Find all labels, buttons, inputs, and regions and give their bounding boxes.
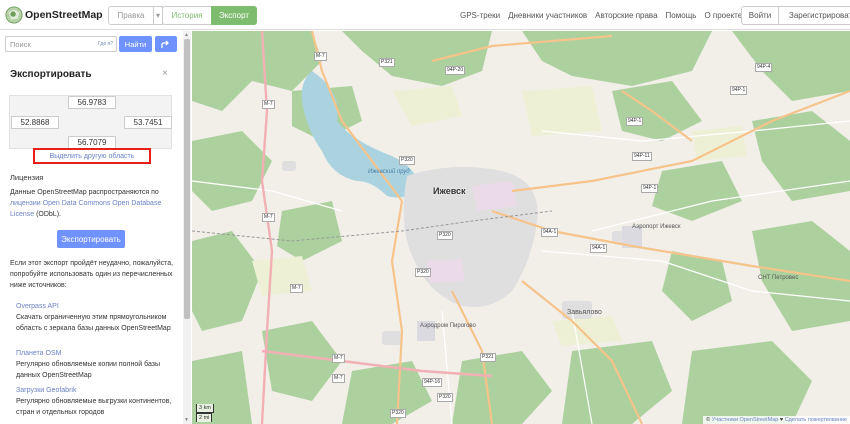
road-label: 94Р-1 <box>730 86 748 95</box>
road-label: 94Р-1 <box>641 184 659 193</box>
road-label: М-7 <box>262 213 275 222</box>
road-label: Р321 <box>480 353 496 362</box>
nav-about[interactable]: О проекте <box>704 11 742 20</box>
scroll-down-icon[interactable]: ▼ <box>184 417 189 423</box>
map-attribution: © Участники OpenStreetMap ♥ Сделать поже… <box>703 416 850 424</box>
reservoir-label: Ижевский пруд <box>368 169 410 175</box>
brand-name[interactable]: OpenStreetMap <box>25 9 103 21</box>
bbox-max-lon[interactable]: 53.7451 <box>124 116 172 129</box>
road-label: 94Р-4 <box>755 63 773 72</box>
city-area <box>403 167 538 307</box>
road-label: Р320 <box>399 156 415 165</box>
airport-label: Аэропорт Ижевск <box>632 224 681 230</box>
planet-desc: Регулярно обновляемые копии полной базы … <box>16 361 161 379</box>
road-label: М-7 <box>262 100 275 109</box>
map-canvas[interactable]: Ижевск Ижевский пруд Аэропорт Ижевск Аэр… <box>192 31 850 424</box>
export-fail-text: Если этот экспорт пройдёт неудачно, пожа… <box>10 260 174 289</box>
license-link[interactable]: лицензии Open Data Commons Open Database… <box>10 200 161 218</box>
sidebar: Поиск Где я? Найти Экспортировать × 56.9… <box>0 31 191 424</box>
export-tab-button[interactable]: Экспорт <box>211 6 257 25</box>
airfield-label: Аэродром Пирогово <box>420 323 476 329</box>
edit-button[interactable]: Правка <box>108 6 154 25</box>
directions-icon <box>161 40 169 48</box>
license-heading: Лицензия <box>10 173 44 182</box>
login-button[interactable]: Войти <box>741 6 779 25</box>
osm-logo-icon[interactable] <box>5 6 23 24</box>
source-overpass: Overpass API Скачать ограниченную этим п… <box>16 301 176 334</box>
license-pre: Данные OpenStreetMap распространяются по <box>10 189 159 196</box>
road-label: 94Р-11 <box>632 152 652 161</box>
panel-title: Экспортировать <box>10 69 92 80</box>
overpass-link[interactable]: Overpass API <box>16 301 176 312</box>
road-label: Р320 <box>390 409 406 418</box>
scale-mi: 2 mi <box>196 413 212 422</box>
road-label: Р321 <box>379 58 395 67</box>
attribution-contributors-link[interactable]: Участники OpenStreetMap <box>712 417 779 423</box>
close-icon[interactable]: × <box>162 68 168 79</box>
scale-km: 3 km <box>196 404 214 413</box>
select-other-area-link[interactable]: Выделить другую область <box>33 148 151 164</box>
register-button[interactable]: Зарегистрироваться <box>778 6 850 25</box>
source-geofabrik: Загрузки Geofabrik Регулярно обновляемые… <box>16 385 176 418</box>
geofabrik-link[interactable]: Загрузки Geofabrik <box>16 385 176 396</box>
map-graphic <box>192 31 850 424</box>
road-label: 94А-1 <box>541 228 559 237</box>
source-planet: Планета OSM Регулярно обновляемые копии … <box>16 348 176 381</box>
top-header: OpenStreetMap Правка ▾ История Экспорт G… <box>0 0 850 30</box>
edit-group: Правка ▾ <box>108 6 163 25</box>
road-label: М-7 <box>332 374 345 383</box>
road-label: Р320 <box>437 231 453 240</box>
nav-copyright[interactable]: Авторские права <box>595 11 657 20</box>
nav-help[interactable]: Помощь <box>666 11 697 20</box>
directions-button[interactable] <box>155 36 177 52</box>
road-label: 94А-1 <box>590 244 608 253</box>
scroll-up-icon[interactable]: ▲ <box>184 32 189 38</box>
road-label: 94Р-16 <box>422 378 443 387</box>
road-label: Р320 <box>437 393 453 402</box>
overpass-desc: Скачать ограниченную этим прямоугольнико… <box>16 314 171 332</box>
zavyalovo-label: Завьялово <box>567 309 602 316</box>
search-go-button[interactable]: Найти <box>119 36 152 52</box>
bbox-min-lon[interactable]: 52.8868 <box>11 116 59 129</box>
road-label: 94Р-20 <box>445 66 466 75</box>
nav-links: GPS-треки Дневники участников Авторские … <box>460 11 742 20</box>
license-text: Данные OpenStreetMap распространяются по… <box>10 187 175 220</box>
snt-label: СНТ Петровес <box>758 275 799 281</box>
city-label-izhevsk[interactable]: Ижевск <box>433 186 466 196</box>
bbox-max-lat[interactable]: 56.9783 <box>68 96 116 109</box>
road-label: Р320 <box>415 268 431 277</box>
where-am-i-link[interactable]: Где я? <box>98 41 113 47</box>
road-label: 94Р-1 <box>626 117 644 126</box>
export-button[interactable]: Экспортировать <box>57 230 125 248</box>
road-label: М-7 <box>314 52 327 61</box>
bbox-panel: 56.9783 52.8868 53.7451 56.7079 <box>9 95 172 149</box>
planet-link[interactable]: Планета OSM <box>16 348 176 359</box>
search-placeholder: Поиск <box>10 40 31 49</box>
road-label: М-7 <box>290 284 303 293</box>
search-input[interactable]: Поиск Где я? <box>5 36 117 52</box>
scroll-thumb[interactable] <box>184 39 190 319</box>
road-label: М-7 <box>332 354 345 363</box>
nav-gps-traces[interactable]: GPS-треки <box>460 11 500 20</box>
geofabrik-desc: Регулярно обновляемые выгрузки континент… <box>16 398 172 416</box>
attribution-donate-link[interactable]: Сделать пожертвование <box>785 417 847 423</box>
sidebar-scrollbar[interactable]: ▲ ▼ <box>183 31 191 424</box>
nav-user-diaries[interactable]: Дневники участников <box>508 11 587 20</box>
license-post: (ODbL). <box>34 211 61 218</box>
reservoir <box>301 71 418 198</box>
history-button[interactable]: История <box>162 6 212 25</box>
